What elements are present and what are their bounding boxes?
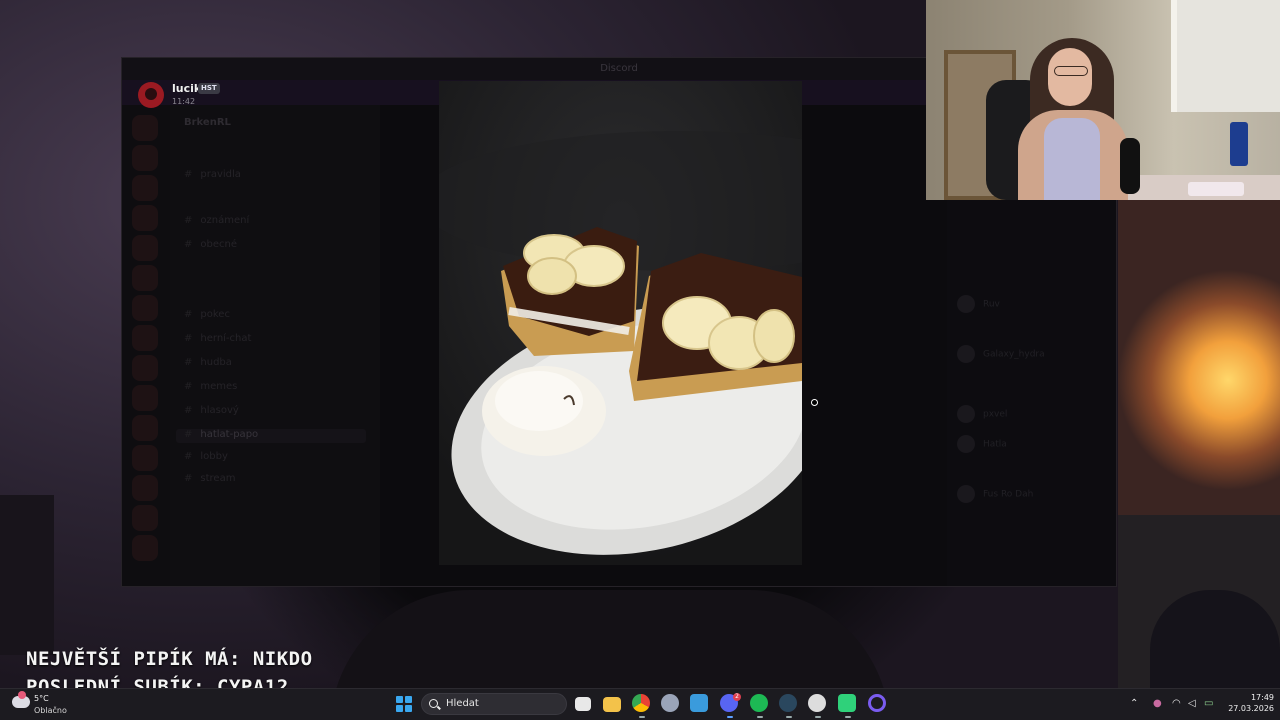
server-icon[interactable] [132,115,158,141]
streamlabs-icon[interactable] [838,694,856,712]
microphone-icon[interactable]: ● [1153,698,1162,709]
server-icon[interactable] [132,175,158,201]
start-button[interactable] [396,696,412,712]
avatar [957,435,975,453]
background-shadow [0,495,54,655]
food-photo-illustration [439,81,802,565]
server-list[interactable] [122,105,170,586]
file-manager-icon[interactable] [575,697,591,711]
running-indicator [727,716,733,718]
folder-icon[interactable] [603,697,621,712]
channel-item[interactable]: # hudba [184,357,232,371]
server-icon[interactable] [132,445,158,471]
webcam-feed [926,0,1280,200]
channel-item[interactable]: # oznámení [184,215,249,229]
server-icon[interactable] [132,535,158,561]
webcam-streamer-face [1048,48,1092,106]
channel-item[interactable]: # obecné [184,239,237,253]
member-item[interactable]: Hatla [957,435,1007,453]
role-badge: HST [198,83,220,94]
background-shirt [1150,590,1280,690]
channel-list[interactable]: BrkenRL # pravidla # oznámení # obecné # pok… [170,105,380,586]
windows-logo-tile [405,705,412,712]
cloud-icon [12,691,30,708]
taskbar-search[interactable]: Hledat [421,693,567,715]
member-item[interactable]: Fus Ro Dah [957,485,1033,503]
member-item[interactable]: pxvel [957,405,1007,423]
channel-item-active[interactable]: # hatlat-papo [176,429,366,443]
notification-badge: 2 [733,693,741,701]
server-icon[interactable] [132,505,158,531]
server-name[interactable]: BrkenRL [184,117,231,131]
obs-icon[interactable] [808,694,826,712]
weather-temp: 5°C [34,694,49,703]
server-icon[interactable] [132,355,158,381]
webcam-streamer-top [1044,118,1100,200]
running-indicator [845,716,851,718]
channel-item[interactable]: # lobby [184,451,228,465]
server-icon[interactable] [132,265,158,291]
chrome-icon[interactable] [632,694,650,712]
clock-time: 17:49 [1250,693,1274,702]
server-icon[interactable] [132,295,158,321]
search-icon [429,699,438,708]
channel-item[interactable]: # memes [184,381,237,395]
photos-icon[interactable] [690,694,708,712]
message-author[interactable]: lucik [172,82,201,95]
steam-icon[interactable] [779,694,797,712]
avatar [957,485,975,503]
channel-item[interactable]: # hlasový [184,405,239,419]
cortana-icon[interactable] [868,694,886,712]
avatar [957,405,975,423]
server-icon[interactable] [132,415,158,441]
channel-item[interactable]: # stream [184,473,235,487]
windows-logo-tile [396,705,403,712]
overlay-top-line: NEJVĚTŠÍ PIPÍK MÁ: NIKDO [26,648,313,670]
webcam-window [1171,0,1280,112]
server-icon[interactable] [132,475,158,501]
windows-logo-tile [405,696,412,703]
channel-item[interactable]: # pravidla [184,169,241,183]
spotify-icon[interactable] [750,694,768,712]
weather-widget[interactable]: 5°C Oblačno [10,691,70,718]
running-indicator [786,716,792,718]
search-placeholder: Hledat [446,698,479,709]
settings-icon[interactable] [661,694,679,712]
taskbar-clock[interactable]: 17:49 27.03.2026 [1222,692,1274,714]
member-item[interactable]: Ruv [957,295,1000,313]
volume-icon[interactable]: ◁ [1188,698,1196,709]
server-icon[interactable] [132,205,158,231]
avatar [957,295,975,313]
windows-logo-tile [396,696,403,703]
weather-desc: Oblačno [34,706,67,715]
image-viewer-photo[interactable] [439,81,802,565]
chevron-up-icon[interactable]: ⌃ [1130,698,1138,709]
message-timestamp: 11:42 [172,97,196,106]
microphone [1120,138,1140,194]
avatar[interactable] [138,82,164,108]
server-icon[interactable] [132,325,158,351]
keyboard [1188,182,1244,196]
running-indicator [639,716,645,718]
running-indicator [757,716,763,718]
channel-item[interactable]: # pokec [184,309,230,323]
running-indicator [815,716,821,718]
member-item[interactable]: Galaxy_hydra [957,345,1045,363]
stream-scene: Discord BrkenRL # pravidla # oznámení # obe… [0,0,1280,720]
server-icon[interactable] [132,235,158,261]
mouse-cursor [811,399,818,406]
server-icon[interactable] [132,145,158,171]
energy-drink-can [1230,122,1248,166]
avatar [957,345,975,363]
wifi-icon[interactable]: ◠ [1172,698,1181,709]
server-icon[interactable] [132,385,158,411]
battery-icon[interactable]: ▭ [1204,698,1213,709]
clock-date: 27.03.2026 [1228,704,1274,713]
channel-item[interactable]: # herní-chat [184,333,251,347]
webcam-glasses [1054,66,1088,76]
